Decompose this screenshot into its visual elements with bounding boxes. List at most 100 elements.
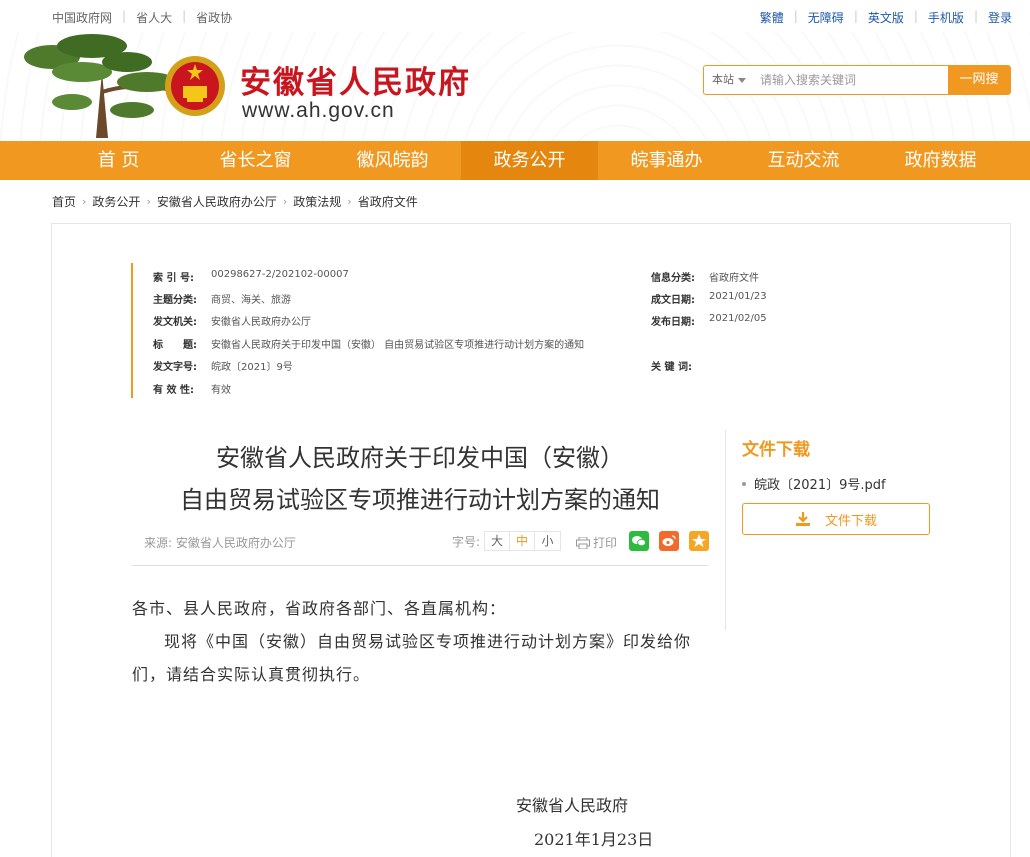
link-cppcc[interactable]: 省政协 [196,9,232,26]
pine-tree-logo [24,34,177,138]
meta-value: 有效 [211,385,231,396]
meta-label: 发文字号: [153,362,197,373]
divider: | [793,9,798,23]
meta-col2: 信息分类: 省政府文件 [651,269,759,284]
meta-row: 主题分类: 商贸、海关、旅游 成文日期: 2021/01/23 [153,291,767,306]
meta-row: 标 题: 安徽省人民政府关于印发中国（安徽） 自由贸易试验区专项推进行动计划方案… [153,336,584,351]
meta-value: 2021/01/23 [709,291,767,302]
download-button[interactable]: 文件下载 [742,503,930,535]
nav-interaction[interactable]: 互动交流 [735,141,872,180]
font-size-medium[interactable]: 中 [510,532,536,550]
meta-row: 发文字号: 皖政〔2021〕9号 关 键 词: [153,358,692,373]
site-name: 安徽省人民政府 [240,65,471,101]
top-left-links: 中国政府网 | 省人大 | 省政协 [52,9,232,26]
meta-row: 有 效 性: 有效 [153,381,231,396]
font-size-control: 字号: 大 中 小 [452,531,562,551]
font-size-small[interactable]: 小 [535,532,560,550]
nav-home[interactable]: 首 页 [50,141,187,180]
meta-col2: 关 键 词: [651,358,709,373]
breadcrumb-item[interactable]: 政务公开 [92,193,140,210]
meta-label: 主题分类: [153,295,197,306]
sidebar-divider [725,430,726,630]
nav-gov-affairs[interactable]: 政务公开 [461,141,598,180]
link-traditional[interactable]: 繁體 [760,9,784,26]
chevron-right-icon: › [146,195,151,208]
link-english[interactable]: 英文版 [868,9,904,26]
site-header: 安徽省人民政府 www.ah.gov.cn 本站 一网搜 [0,32,1030,141]
nav-gov-data[interactable]: 政府数据 [872,141,1009,180]
meta-row: 索 引 号: 00298627-2/202102-00007 信息分类: 省政府… [153,269,759,284]
meta-label: 信息分类: [651,273,695,284]
meta-label: 成文日期: [651,295,695,306]
print-button[interactable]: 打印 [576,534,617,551]
printer-icon [576,536,590,549]
national-emblem-icon [165,56,225,116]
wechat-share-icon[interactable] [629,531,649,551]
article-title: 安徽省人民政府关于印发中国（安徽） 自由贸易试验区专项推进行动计划方案的通知 [132,437,708,521]
print-label: 打印 [593,536,618,550]
font-size-large[interactable]: 大 [485,532,511,550]
search-button[interactable]: 一网搜 [948,66,1010,94]
meta-value: 00298627-2/202102-00007 [211,269,349,280]
divider: | [122,9,127,23]
download-title: 文件下载 [742,440,810,460]
meta-col2: 成文日期: 2021/01/23 [651,291,767,306]
article-date: 2021年1月23日 [534,830,654,849]
chevron-down-icon [738,77,746,83]
star-favorite-icon[interactable] [689,531,709,551]
search-scope-label: 本站 [712,73,734,86]
divider: | [913,9,918,23]
article-salutation: 各市、县人民政府，省政府各部门、各直属机构： [132,599,507,618]
chevron-right-icon: › [282,195,288,208]
font-size-label: 字号: [452,534,481,549]
meta-label: 有 效 性: [153,385,194,396]
meta-col2: 发布日期: 2021/02/05 [651,313,767,328]
link-gov-cn[interactable]: 中国政府网 [52,9,112,26]
download-file-name: 皖政〔2021〕9号.pdf [754,478,886,493]
meta-label: 关 键 词: [651,362,692,373]
divider: | [182,9,187,23]
document-meta: 索 引 号: 00298627-2/202102-00007 信息分类: 省政府… [131,263,771,398]
meta-value: 2021/02/05 [709,313,767,324]
main-nav: 首 页 省长之窗 徽风皖韵 政务公开 皖事通办 互动交流 政府数据 [0,141,1030,180]
link-npc[interactable]: 省人大 [136,9,172,26]
nav-governor[interactable]: 省长之窗 [187,141,324,180]
nav-services[interactable]: 皖事通办 [598,141,735,180]
breadcrumb-item[interactable]: 政策法规 [293,193,341,210]
breadcrumb-item[interactable]: 省政府文件 [358,193,418,210]
link-login[interactable]: 登录 [988,9,1012,26]
download-icon [795,512,810,526]
top-bar: 中国政府网 | 省人大 | 省政协 繁體 | 无障碍 | 英文版 | 手机版 |… [0,0,1030,32]
meta-label: 标 题: [153,340,197,351]
article-toolbar: 来源: 安徽省人民政府办公厅 字号: 大 中 小 打印 [132,528,709,566]
meta-value: 省政府文件 [709,273,759,284]
link-mobile[interactable]: 手机版 [928,9,964,26]
article-paragraph: 现将《中国（安徽）自由贸易试验区专项推进行动计划方案》印发给你们，请结合实际认真… [132,632,692,684]
bullet-icon [742,481,746,486]
meta-value: 皖政〔2021〕9号 [211,362,293,373]
font-size-options: 大 中 小 [484,531,562,551]
meta-label: 索 引 号: [153,273,194,284]
nav-culture[interactable]: 徽风皖韵 [324,141,461,180]
meta-label: 发文机关: [153,317,197,328]
breadcrumb-item[interactable]: 首页 [52,193,76,210]
article-source: 来源: 安徽省人民政府办公厅 [144,536,296,550]
chevron-right-icon: › [82,195,87,208]
meta-row: 发文机关: 安徽省人民政府办公厅 发布日期: 2021/02/05 [153,313,767,328]
article-signature: 安徽省人民政府 [516,796,629,815]
meta-value: 安徽省人民政府办公厅 [211,317,311,328]
search-input[interactable] [760,66,948,94]
top-right-links: 繁體 | 无障碍 | 英文版 | 手机版 | 登录 [760,9,1012,26]
breadcrumb: 首页 › 政务公开 › 安徽省人民政府办公厅 › 政策法规 › 省政府文件 [52,193,418,210]
search-scope-dropdown[interactable]: 本站 [704,66,754,94]
link-accessibility[interactable]: 无障碍 [808,9,844,26]
article-title-line: 安徽省人民政府关于印发中国（安徽） [216,444,624,472]
breadcrumb-item[interactable]: 安徽省人民政府办公厅 [157,193,277,210]
article-body: 各市、县人民政府，省政府各部门、各直属机构： 现将《中国（安徽）自由贸易试验区专… [132,592,712,691]
site-url: www.ah.gov.cn [242,99,395,122]
download-file-link[interactable]: 皖政〔2021〕9号.pdf [742,474,886,493]
weibo-share-icon[interactable] [659,531,679,551]
article-title-line: 自由贸易试验区专项推进行动计划方案的通知 [180,486,660,514]
search-box: 本站 一网搜 [703,65,1011,95]
chevron-right-icon: › [347,195,352,208]
